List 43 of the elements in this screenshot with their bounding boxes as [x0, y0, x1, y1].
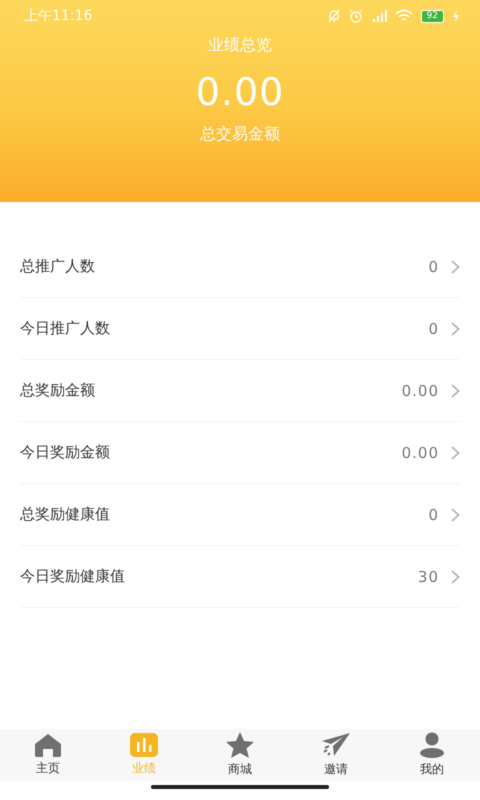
stat-label: 总奖励金额 [20, 381, 96, 400]
chevron-right-icon [451, 508, 460, 522]
chevron-right-icon [451, 570, 460, 584]
stat-row[interactable]: 总推广人数 0 [20, 236, 460, 298]
paper-plane-icon [321, 732, 351, 758]
person-icon [419, 732, 445, 758]
charging-icon [452, 10, 460, 22]
tab-item[interactable]: 我的 [384, 732, 480, 778]
alarm-icon [348, 9, 363, 23]
chevron-right-icon [451, 384, 460, 398]
tab-item[interactable]: 主页 [0, 733, 96, 777]
stat-value: 30 [418, 568, 439, 586]
tab-item[interactable]: 邀请 [288, 732, 384, 778]
status-time: 上午11:16 [24, 7, 92, 25]
stat-label: 今日奖励健康值 [20, 567, 126, 586]
chevron-right-icon [451, 322, 460, 336]
stat-row[interactable]: 今日推广人数 0 [20, 298, 460, 360]
stat-value: 0 [428, 320, 439, 338]
stat-label: 今日奖励金额 [20, 443, 111, 462]
bar-chart-icon [130, 733, 158, 757]
tab-item[interactable]: 商城 [192, 732, 288, 778]
stat-row[interactable]: 今日奖励健康值 30 [20, 546, 460, 608]
home-icon [34, 733, 62, 757]
bell-off-icon [326, 9, 341, 23]
star-icon [225, 732, 255, 758]
chevron-right-icon [451, 260, 460, 274]
stat-row[interactable]: 今日奖励金额 0.00 [20, 422, 460, 484]
stat-row[interactable]: 总奖励健康值 0 [20, 484, 460, 546]
chevron-right-icon [451, 446, 460, 460]
total-amount: 0.00 [196, 70, 284, 114]
stat-value: 0.00 [402, 444, 439, 462]
stat-label: 今日推广人数 [20, 319, 111, 338]
stat-row[interactable]: 总奖励金额 0.00 [20, 360, 460, 422]
stat-value: 0 [428, 506, 439, 524]
stat-value: 0.00 [402, 382, 439, 400]
stat-label: 总推广人数 [20, 257, 96, 276]
signal-icon [370, 9, 387, 23]
stat-label: 总奖励健康值 [20, 505, 111, 524]
stat-value: 0 [428, 258, 439, 276]
wifi-icon [394, 9, 413, 23]
amount-caption: 总交易金额 [200, 124, 280, 145]
battery-level: 92 [420, 10, 444, 22]
page-title: 业绩总览 [208, 35, 272, 56]
